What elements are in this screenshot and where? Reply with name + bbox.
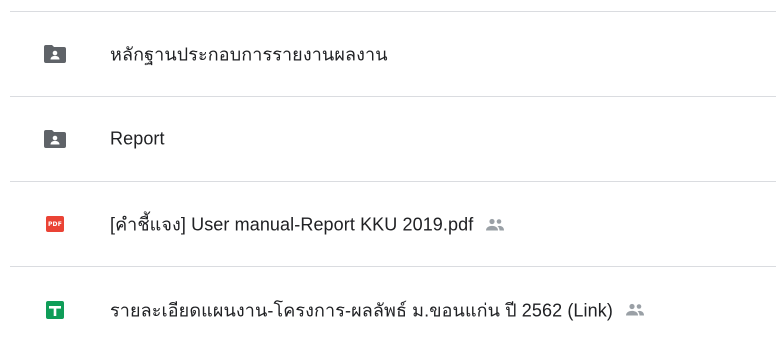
file-row[interactable]: Report	[10, 97, 776, 182]
file-name-wrap: หลักฐานประกอบการรายงานผลงาน	[110, 40, 388, 69]
file-row[interactable]: PDF [คำชี้แจง] User manual-Report KKU 20…	[10, 182, 776, 267]
file-name[interactable]: รายละเอียดแผนงาน-โครงการ-ผลลัพธ์ ม.ขอนแก…	[110, 295, 613, 324]
shared-folder-icon	[44, 129, 66, 149]
file-name-wrap: Report	[110, 129, 165, 150]
google-sheets-icon	[44, 300, 66, 320]
file-name[interactable]: หลักฐานประกอบการรายงานผลงาน	[110, 40, 388, 69]
file-name-wrap: รายละเอียดแผนงาน-โครงการ-ผลลัพธ์ ม.ขอนแก…	[110, 295, 645, 324]
shared-people-icon	[625, 303, 645, 316]
file-name[interactable]: [คำชี้แจง] User manual-Report KKU 2019.p…	[110, 210, 473, 239]
pdf-icon: PDF	[44, 214, 66, 234]
file-row[interactable]: รายละเอียดแผนงาน-โครงการ-ผลลัพธ์ ม.ขอนแก…	[10, 267, 776, 352]
pdf-badge: PDF	[46, 216, 64, 232]
file-name[interactable]: Report	[110, 129, 165, 150]
shared-people-icon	[485, 218, 505, 230]
file-name-wrap: [คำชี้แจง] User manual-Report KKU 2019.p…	[110, 210, 505, 239]
file-list: หลักฐานประกอบการรายงานผลงาน Report PDF […	[0, 0, 776, 345]
shared-folder-icon	[44, 44, 66, 64]
file-row[interactable]: หลักฐานประกอบการรายงานผลงาน	[10, 12, 776, 97]
